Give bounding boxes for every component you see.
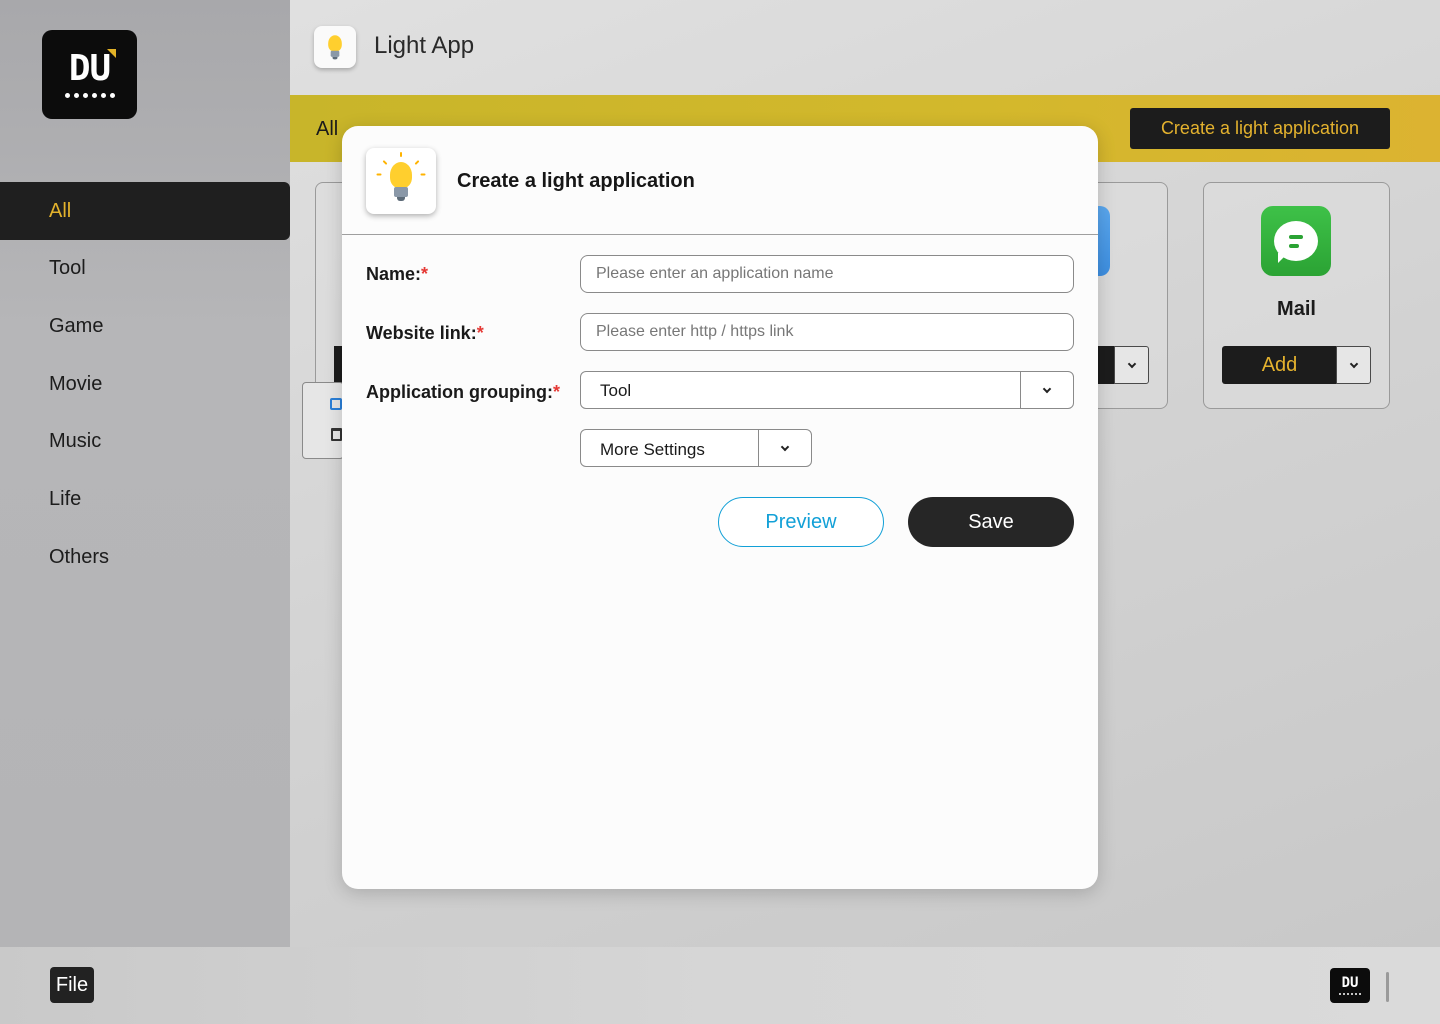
chevron-down-icon	[1127, 359, 1136, 368]
sidebar-item-movie[interactable]: Movie	[0, 355, 290, 413]
app-title: Light App	[374, 32, 475, 59]
sidebar-item-label: Game	[49, 314, 104, 337]
add-dropdown-button[interactable]	[1336, 346, 1371, 384]
lightbulb-icon	[314, 26, 356, 68]
sidebar-item-label: Life	[49, 487, 82, 510]
create-light-app-dialog: Create a light application Name:* Websit…	[342, 126, 1098, 889]
file-button[interactable]: File	[50, 967, 94, 1003]
add-button[interactable]	[334, 346, 342, 384]
application-name-input[interactable]	[580, 255, 1074, 293]
sidebar-item-tool[interactable]: Tool	[0, 239, 290, 297]
divider	[342, 234, 1098, 235]
application-grouping-label: Application grouping:*	[366, 382, 560, 402]
logo-mark: DU	[69, 49, 117, 87]
dialog-title: Create a light application	[457, 170, 695, 192]
sidebar-item-others[interactable]: Others	[0, 528, 290, 586]
website-link-input[interactable]	[580, 313, 1074, 351]
more-settings-label: More Settings	[600, 440, 705, 459]
sidebar-item-all[interactable]: All	[0, 182, 290, 240]
logo-dots	[64, 93, 115, 98]
sidebar-item-label: Movie	[49, 372, 103, 395]
scroll-handle[interactable]	[1386, 972, 1389, 1002]
name-label: Name:*	[366, 264, 429, 284]
du-logo-icon[interactable]: DU	[1330, 968, 1370, 1003]
card-context-menu	[302, 382, 344, 459]
more-settings-toggle[interactable]	[758, 430, 811, 466]
application-grouping-select[interactable]: Tool	[580, 371, 1074, 409]
app-icon	[1098, 206, 1110, 276]
preview-button[interactable]: Preview	[718, 497, 884, 547]
bottom-bar	[0, 947, 1440, 1024]
app-card-name: Mail	[1277, 298, 1316, 320]
sidebar-item-music[interactable]: Music	[0, 412, 290, 470]
chevron-down-icon	[780, 442, 790, 451]
add-button[interactable]: Add	[1222, 346, 1337, 384]
website-link-label: Website link:*	[366, 323, 484, 343]
chevron-down-icon	[1042, 384, 1052, 393]
sidebar-item-label: Tool	[49, 256, 86, 279]
grouping-value: Tool	[600, 381, 632, 400]
more-settings-dropdown[interactable]: More Settings	[580, 429, 812, 467]
add-dropdown-button[interactable]	[1114, 346, 1149, 384]
sidebar-item-game[interactable]: Game	[0, 297, 290, 355]
edit-icon[interactable]	[330, 398, 342, 410]
sidebar-item-label: All	[49, 199, 72, 222]
add-button[interactable]	[1098, 346, 1114, 384]
lightbulb-icon	[366, 148, 436, 214]
app-logo[interactable]: DU	[42, 30, 137, 119]
trash-icon[interactable]	[331, 428, 342, 441]
chevron-down-icon	[1349, 359, 1358, 368]
sidebar-item-label: Others	[49, 545, 110, 568]
grouping-dropdown-toggle[interactable]	[1020, 372, 1073, 408]
sidebar-item-label: Music	[49, 429, 102, 452]
chat-bubble-icon	[1261, 206, 1331, 276]
filter-label: All	[316, 118, 339, 140]
save-button[interactable]: Save	[908, 497, 1074, 547]
create-light-app-button[interactable]: Create a light application	[1130, 108, 1390, 149]
sidebar-item-life[interactable]: Life	[0, 470, 290, 528]
